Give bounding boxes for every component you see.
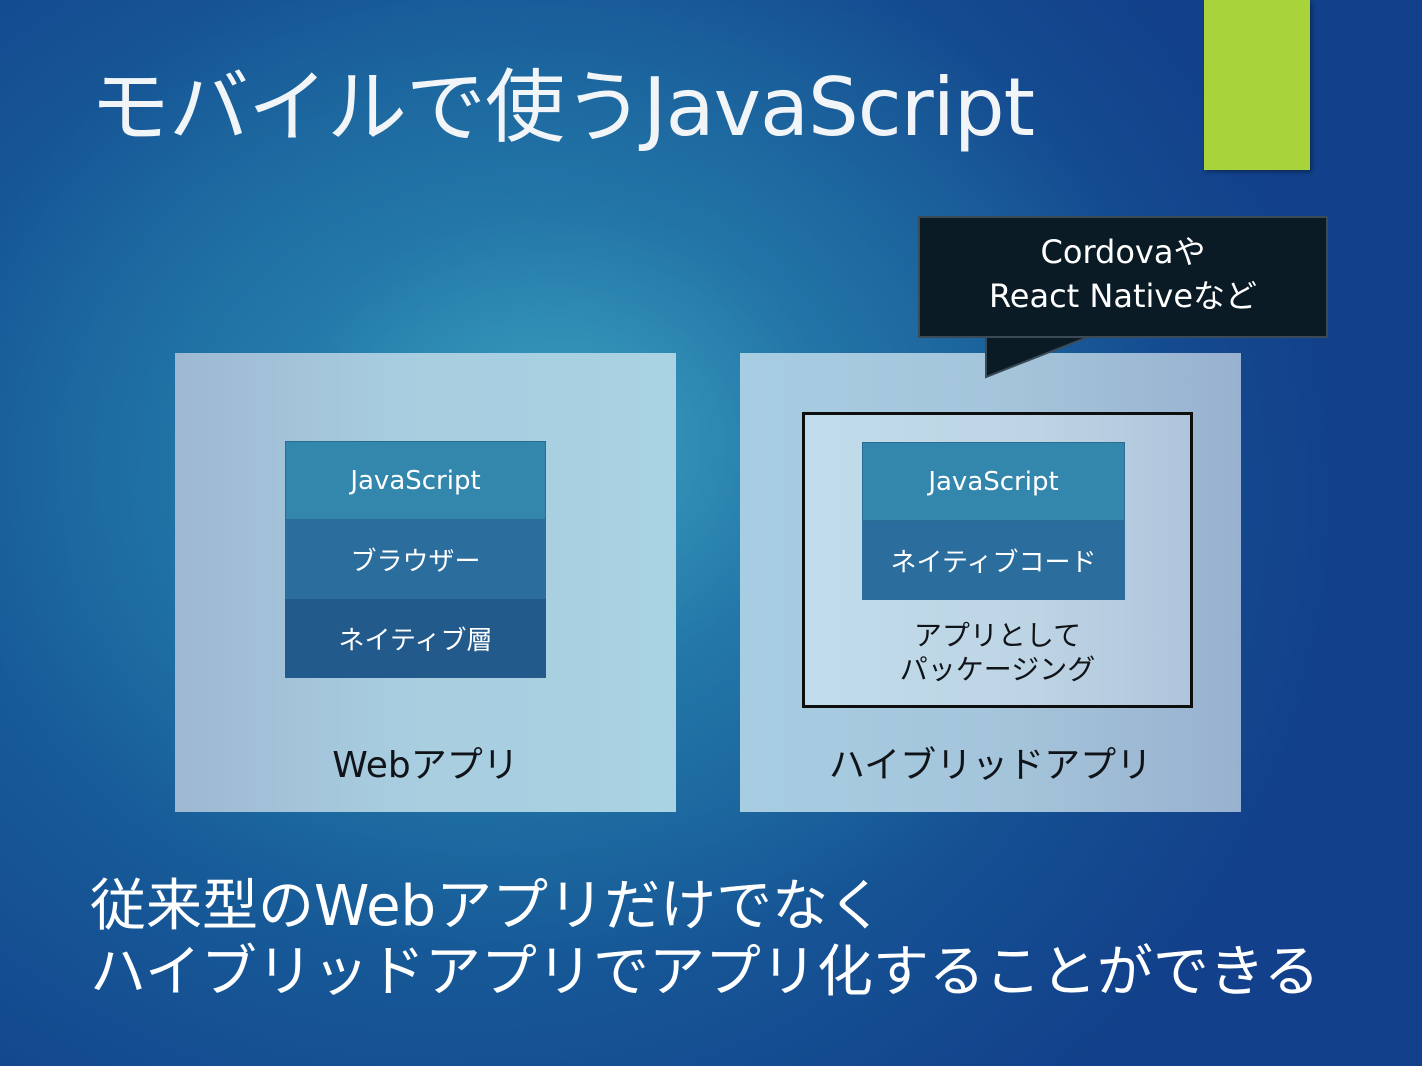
footer-line-1: 従来型のWebアプリだけでなく xyxy=(90,874,885,939)
footer-text: 従来型のWebアプリだけでなく ハイブリッドアプリでアプリ化することができる xyxy=(90,874,1320,1006)
web-app-panel: JavaScript ブラウザー ネイティブ層 Webアプリ xyxy=(175,353,676,812)
hybrid-app-stack: JavaScript ネイティブコード xyxy=(862,442,1125,600)
slide-title: モバイルで使うJavaScript xyxy=(90,61,1035,154)
package-box: JavaScript ネイティブコード アプリとして パッケージング xyxy=(802,412,1193,708)
web-stack-javascript: JavaScript xyxy=(285,441,546,520)
web-app-label: Webアプリ xyxy=(332,745,519,786)
web-stack-browser: ブラウザー xyxy=(285,520,546,599)
footer-line-2: ハイブリッドアプリでアプリ化することができる xyxy=(90,940,1320,1005)
callout-bubble: Cordovaや React Nativeなど xyxy=(918,216,1328,338)
hybrid-stack-javascript: JavaScript xyxy=(862,442,1125,521)
callout-line-1: Cordovaや xyxy=(1040,233,1206,271)
web-stack-native-layer: ネイティブ層 xyxy=(285,599,546,678)
hybrid-stack-native-code: ネイティブコード xyxy=(862,521,1125,600)
hybrid-app-panel: JavaScript ネイティブコード アプリとして パッケージング ハイブリッ… xyxy=(740,353,1241,812)
accent-bar xyxy=(1204,0,1310,170)
web-app-stack: JavaScript ブラウザー ネイティブ層 xyxy=(285,441,546,678)
hybrid-app-label: ハイブリッドアプリ xyxy=(828,745,1153,786)
slide: モバイルで使うJavaScript Cordovaや React Nativeな… xyxy=(0,0,1422,1066)
package-label: アプリとして パッケージング xyxy=(805,619,1190,687)
callout-line-2: React Nativeなど xyxy=(988,277,1258,315)
package-label-line-1: アプリとして xyxy=(913,619,1082,652)
package-label-line-2: パッケージング xyxy=(899,653,1096,686)
